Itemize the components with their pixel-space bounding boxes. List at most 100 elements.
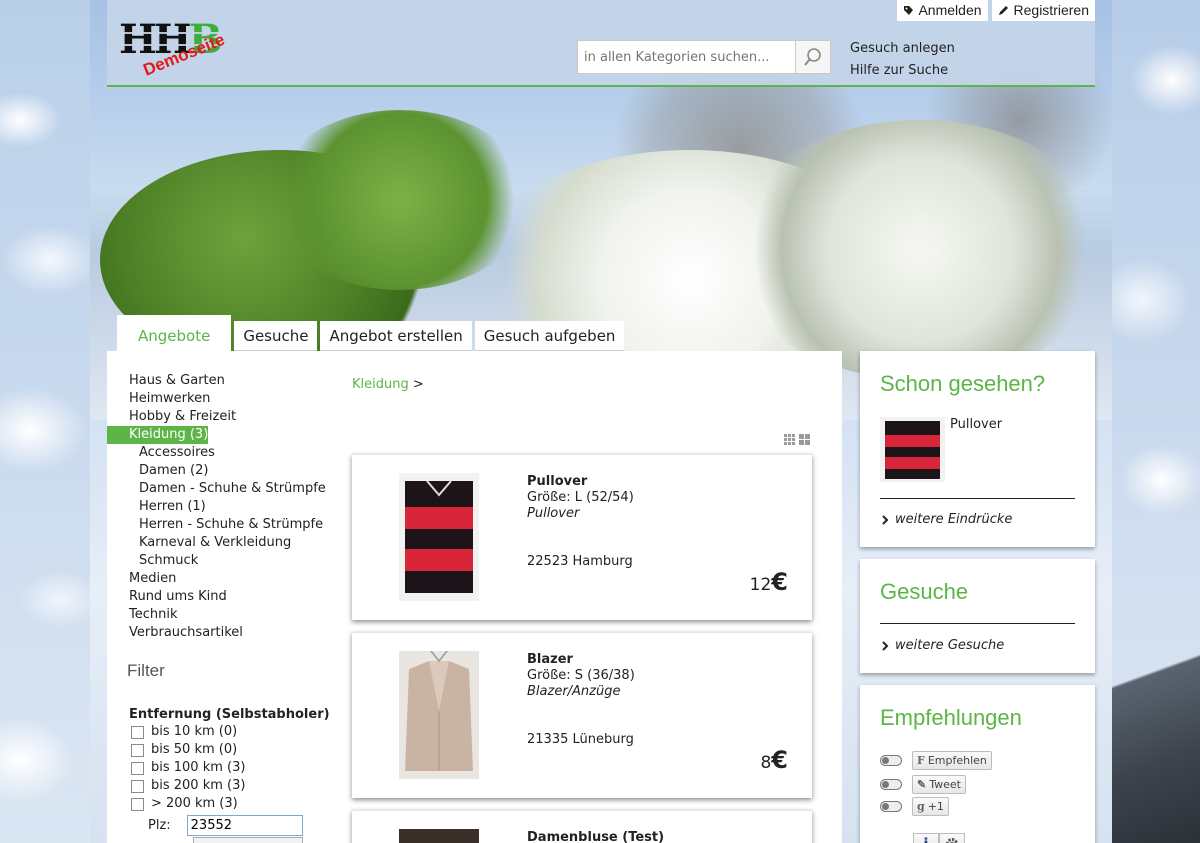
country-select[interactable] [193,837,303,843]
plz-label: Plz: [148,818,171,833]
tab-requests[interactable]: Gesuche [234,321,318,351]
category-item[interactable]: Medien [129,570,326,588]
product-title[interactable]: Damenbluse (Test) [527,830,664,843]
create-request-link[interactable]: Gesuch anlegen [850,38,955,60]
checkbox[interactable] [131,797,144,811]
twitter-toggle[interactable] [880,779,902,790]
chevron-right-icon [882,640,889,651]
product-size: Größe: L (52/54) [527,490,634,505]
page-wrapper: HHB Demoseite Anmelden Registrieren Gesu… [90,0,1112,843]
info-button[interactable]: i [913,833,939,843]
more-impressions-link[interactable]: weitere Eindrücke [882,512,1012,527]
site-header: HHB Demoseite Anmelden Registrieren Gesu… [107,0,1095,87]
plz-input[interactable] [186,815,303,836]
checkbox[interactable] [131,743,144,757]
pullover-image[interactable] [399,473,479,601]
tab-post-request[interactable]: Gesuch aufgeben [474,321,625,351]
product-title[interactable]: Blazer [527,652,635,668]
view-toggle [784,434,810,445]
checkbox[interactable] [131,761,144,775]
subcategory-item[interactable]: Accessoires [129,444,326,462]
checkbox[interactable] [131,725,144,739]
product-card[interactable]: Damenbluse (Test) [352,810,812,843]
subcategory-item[interactable]: Damen - Schuhe & Strümpfe [129,480,326,498]
product-info: Pullover Größe: L (52/54) Pullover [527,474,634,522]
login-label: Anmelden [918,2,982,18]
chevron-right-icon [882,514,889,525]
distance-option[interactable]: bis 200 km (3) [131,777,245,795]
blouse-image[interactable] [399,829,479,843]
gplus-share-row: g +1 [880,797,949,816]
subcategory-item[interactable]: Herren - Schuhe & Strümpfe [129,516,326,534]
main-content: Haus & Garten Heimwerken Hobby & Freizei… [107,351,842,843]
category-item[interactable]: Rund ums Kind [129,588,326,606]
distance-option[interactable]: bis 10 km (0) [131,723,245,741]
distance-option[interactable]: bis 50 km (0) [131,741,245,759]
product-location: 22523 Hamburg [527,554,633,569]
filter-heading: Filter [127,661,165,680]
login-button[interactable]: Anmelden [897,0,988,21]
product-category: Pullover [527,506,580,521]
distance-filter-list: bis 10 km (0) bis 50 km (0) bis 100 km (… [131,723,245,813]
facebook-recommend-button[interactable]: F Empfehlen [912,751,992,770]
recently-viewed-title: Schon gesehen? [880,371,1046,396]
pullover-thumbnail[interactable] [880,417,945,482]
settings-button[interactable] [939,833,965,843]
requests-title: Gesuche [880,579,969,604]
search-button[interactable] [796,40,831,74]
distance-option[interactable]: > 200 km (3) [131,795,245,813]
gplus-button[interactable]: g +1 [912,797,949,816]
tab-offers[interactable]: Angebote [117,315,232,351]
product-size: Größe: S (36/38) [527,668,635,683]
search-bar [577,40,831,74]
facebook-icon: F [917,754,925,767]
large-grid-view-icon[interactable] [799,434,810,445]
recommendations-box: Empfehlungen FEmpfehlen ✎Tweet g+1 i [860,685,1095,843]
main-tabs: Angebote Gesuche Angebot erstellen Gesuc… [117,315,627,351]
more-requests-link[interactable]: weitere Gesuche [882,638,1004,653]
product-card[interactable]: Pullover Größe: L (52/54) Pullover 22523… [352,454,812,620]
gear-icon [946,838,958,843]
category-item[interactable]: Hobby & Freizeit [129,408,326,426]
subcategory-item[interactable]: Damen (2) [129,462,326,480]
facebook-toggle[interactable] [880,755,902,766]
checkbox[interactable] [131,779,144,793]
subcategory-item[interactable]: Schmuck [129,552,326,570]
search-input[interactable] [577,40,796,74]
product-category: Blazer/Anzüge [527,684,621,699]
search-help-link[interactable]: Hilfe zur Suche [850,60,955,82]
register-button[interactable]: Registrieren [991,0,1095,21]
product-title[interactable]: Pullover [527,474,634,490]
category-item[interactable]: Technik [129,606,326,624]
site-logo[interactable]: HHB Demoseite [119,20,249,80]
distance-filter-heading: Entfernung (Selbstabholer) [129,707,330,722]
category-item[interactable]: Heimwerken [129,390,326,408]
subcategory-item[interactable]: Herren (1) [129,498,326,516]
category-item-active[interactable]: Kleidung (3) [107,426,208,444]
twitter-share-row: ✎ Tweet [880,775,966,794]
gplus-icon: g [917,800,925,813]
category-item[interactable]: Verbrauchsartikel [129,624,326,642]
breadcrumb-link-clothing[interactable]: Kleidung [352,377,409,392]
tab-create-offer[interactable]: Angebot erstellen [320,321,472,351]
auth-links: Anmelden Registrieren [897,0,1095,21]
blazer-image[interactable] [399,651,479,779]
product-price: 12€ [749,568,788,596]
category-item[interactable]: Haus & Garten [129,372,326,390]
recently-viewed-item[interactable]: Pullover [950,417,1002,432]
distance-option[interactable]: bis 100 km (3) [131,759,245,777]
register-label: Registrieren [1013,2,1089,18]
twitter-icon: ✎ [917,778,927,791]
product-card[interactable]: Blazer Größe: S (36/38) Blazer/Anzüge 21… [352,632,812,798]
breadcrumb-separator: > [412,377,424,392]
share-settings-row: i [913,833,965,843]
recommendations-title: Empfehlungen [880,705,1022,730]
product-info: Damenbluse (Test) [527,830,664,843]
subcategory-item[interactable]: Karneval & Verkleidung [129,534,326,552]
search-icon [804,48,821,66]
plz-row: Plz: [148,815,303,836]
breadcrumb: Kleidung > [352,377,424,392]
small-grid-view-icon[interactable] [784,434,795,445]
tweet-button[interactable]: ✎ Tweet [912,775,966,794]
gplus-toggle[interactable] [880,801,902,812]
